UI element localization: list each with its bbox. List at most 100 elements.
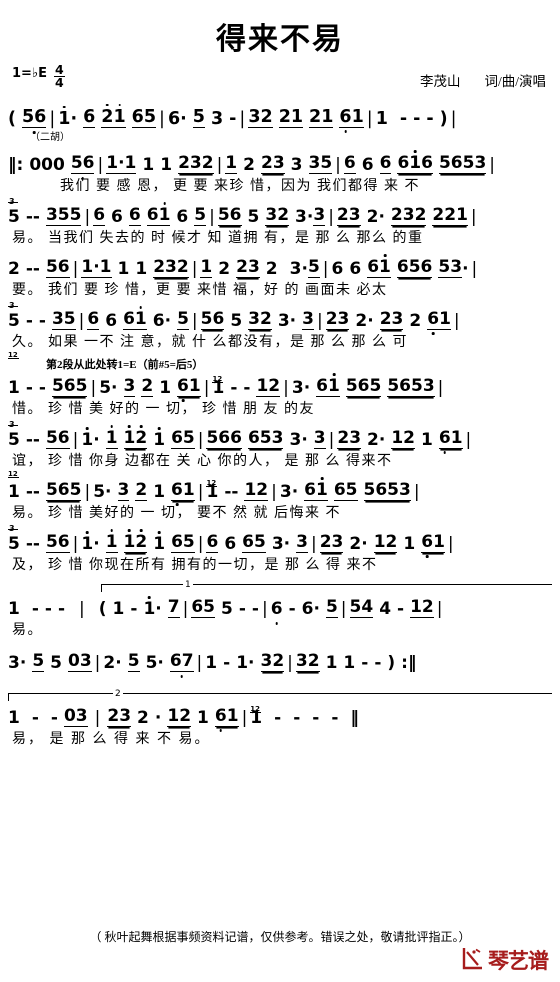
dash: - <box>229 108 237 129</box>
note: 3 <box>271 534 284 554</box>
note: 1 <box>81 430 94 450</box>
credits: 李茂山 词/曲/演唱 <box>420 70 546 90</box>
dot-extend: · <box>248 653 255 673</box>
page-title: 得来不易 <box>216 22 344 57</box>
note: 6 <box>111 207 123 227</box>
note: 1·1 <box>81 257 112 278</box>
lyrics-text: 谊， 珍 惜 你身 边都在 关 心 你的人， 是 那 么 得来不 <box>12 454 393 469</box>
time-signature: 4 4 <box>53 63 65 90</box>
triplet-bracket <box>8 529 18 530</box>
dash: - <box>25 482 33 502</box>
note: 5 <box>8 311 20 331</box>
note: 61 <box>316 376 340 397</box>
lyrics-text: 我们 要 感 恩， 更 要 来珍 惜，因为 我们都得 来 不 <box>60 179 420 194</box>
notes-row: 3 · 5 5 03 | 2 · 5 5 · 67 | 1 - 1 · 32 | 32 … <box>8 646 552 672</box>
note: 12 <box>167 706 192 727</box>
dot-extend: · <box>462 259 469 279</box>
dot-extend: · <box>105 482 112 502</box>
dash: - <box>361 653 369 673</box>
dash: - <box>397 599 405 619</box>
note: 54 <box>349 597 374 618</box>
lyrics-text: 久。 如果 一不 注 意，就 什 么都没有，是 那 么 那 么 可 <box>12 335 408 350</box>
note: 1·1 <box>106 153 137 174</box>
note: 12 <box>123 532 148 553</box>
dash: - <box>32 259 40 279</box>
note: 21 <box>101 106 126 128</box>
note: 2 <box>367 430 379 450</box>
note: 03 <box>63 706 88 727</box>
dash: - <box>31 708 39 728</box>
dot-extend: · <box>313 599 320 619</box>
credit-roles: 词/曲/演唱 <box>484 74 546 89</box>
note: 1 <box>205 653 218 673</box>
note: 32 <box>248 309 272 330</box>
logo-text: 琴艺谱 <box>488 949 549 973</box>
lyrics-row: 谊， 珍 惜 你身 边都在 关 心 你的人， 是 那 么 得来不 <box>8 449 552 471</box>
note: 1 <box>153 534 166 554</box>
lyrics-text: 易。 <box>12 623 43 638</box>
barline: | <box>471 259 478 279</box>
barline: | <box>94 708 101 728</box>
dash: - <box>243 378 251 398</box>
note: 21 <box>309 106 334 128</box>
site-logo[interactable]: 琴艺谱 <box>461 945 549 975</box>
note: 6 <box>301 599 314 619</box>
note: 5 <box>127 651 140 672</box>
note: 5 <box>93 482 106 502</box>
note: 1 <box>159 378 172 398</box>
note: 1 <box>8 599 20 619</box>
dash: - <box>312 708 320 728</box>
dash: - <box>25 378 33 398</box>
note: 5 <box>247 207 260 227</box>
note: 232 <box>153 257 189 278</box>
note: 5653 <box>438 153 487 174</box>
note: 21 <box>278 106 304 128</box>
dash: - <box>231 482 239 502</box>
note: 565 <box>345 376 382 397</box>
barline: | <box>261 599 268 619</box>
note: 6 <box>176 207 189 227</box>
note: 5 <box>8 430 20 450</box>
barline: | <box>366 108 373 129</box>
time-denominator: 4 <box>54 74 64 90</box>
dash: - <box>32 534 40 554</box>
note: 232 <box>390 205 427 226</box>
barline: | <box>413 482 420 502</box>
final-barline-icon: ‖ <box>350 708 359 728</box>
note: 3 <box>291 378 304 398</box>
barline: | <box>203 378 210 398</box>
note: 5 <box>8 534 20 554</box>
note: 65 <box>171 532 195 553</box>
music-system-4: 2 - - 56 | 1·1 1 1 232 | 1 2 23 2 3 · 5 | … <box>8 252 552 300</box>
note: 6 <box>83 106 96 128</box>
note: 56 <box>70 153 95 174</box>
key-note: E <box>38 66 47 81</box>
notes-row: ( 56 | 1 · 6 21 65 | 6 · 5 3 - | 32 21 21 … <box>8 102 552 128</box>
note: 5 <box>192 106 205 128</box>
note: 65 <box>333 480 358 501</box>
lyrics-text: 要。 我们 要 珍 惜，更 要 来惜 福，好 的 画面未 必太 <box>12 283 388 298</box>
note: 56 <box>200 309 225 330</box>
barline: | <box>271 482 277 502</box>
dash: - <box>238 599 246 619</box>
paren-close: ) <box>387 653 396 673</box>
dash: - <box>31 599 39 619</box>
note: 566 <box>206 428 242 449</box>
note: 3 <box>313 205 326 226</box>
volta-number: 2 <box>113 689 123 699</box>
music-system-3: 3 5 - - 355 | 6 6 6 61 6 5 | 56 5 32 3 · 3… <box>8 198 552 248</box>
note: 616 <box>397 153 433 174</box>
note: 65 <box>242 532 266 553</box>
note: 61 <box>171 480 195 501</box>
note: 23 <box>325 309 350 330</box>
lyrics-row: 及， 珍 惜 你现在所有 拥有的一切，是 那 么 得 来不 <box>8 553 552 575</box>
note: 1 <box>8 378 20 398</box>
note: 32 <box>248 106 273 128</box>
volta-number: 1 <box>183 580 193 590</box>
note: 6 <box>152 311 165 331</box>
note: 03 <box>68 651 92 672</box>
note: 56 <box>45 257 70 278</box>
dash: - <box>251 599 259 619</box>
note: 6 <box>349 259 362 279</box>
duplet-bracket <box>8 477 19 478</box>
